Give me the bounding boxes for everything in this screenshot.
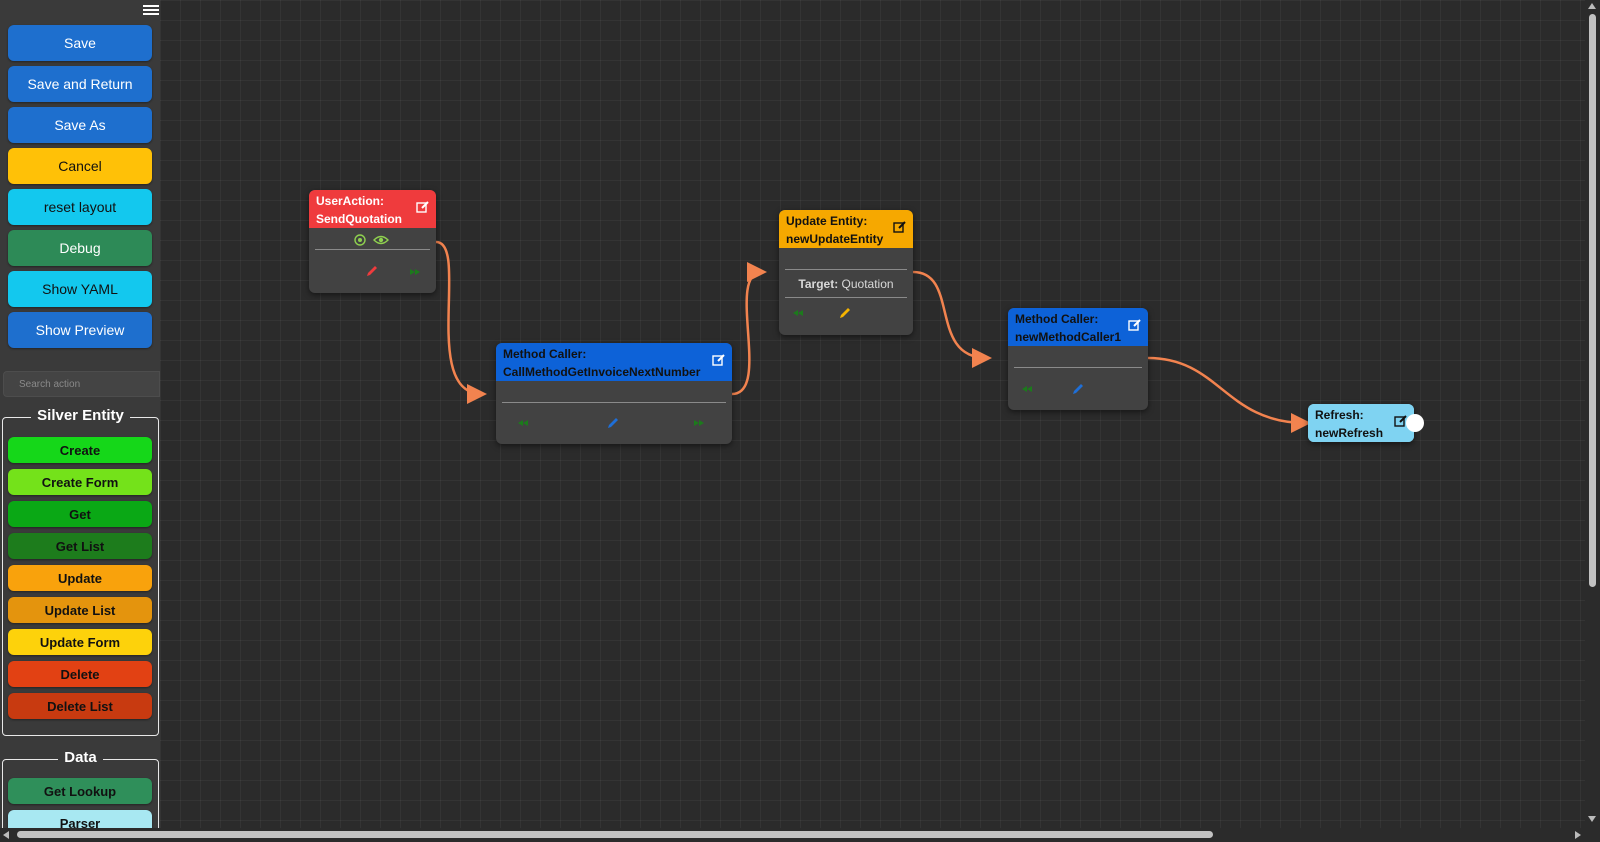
action-delete[interactable]: Delete: [8, 661, 152, 687]
arrow-out-icon[interactable]: [692, 416, 706, 430]
scroll-left-icon[interactable]: [3, 831, 9, 839]
node-title-line2: CallMethodGetInvoiceNextNumber: [503, 365, 701, 379]
pencil-icon[interactable]: [365, 264, 379, 278]
silver-entity-group-title: Silver Entity: [31, 407, 130, 424]
edit-icon[interactable]: [1128, 318, 1142, 332]
cancel-button[interactable]: Cancel: [8, 148, 152, 184]
arrow-in-icon[interactable]: [1020, 382, 1034, 396]
eye-icon[interactable]: [373, 233, 389, 247]
node-title-line2: SendQuotation: [316, 212, 402, 226]
search-action-input[interactable]: [3, 371, 160, 397]
edge-updateentity-to-methodcaller1[interactable]: [912, 270, 992, 368]
edit-icon[interactable]: [712, 353, 726, 367]
node-method-caller-1[interactable]: Method Caller: newMethodCaller1: [1008, 308, 1148, 410]
debug-button[interactable]: Debug: [8, 230, 152, 266]
scroll-up-icon[interactable]: [1588, 3, 1596, 9]
action-create[interactable]: Create: [8, 437, 152, 463]
node-user-action[interactable]: UserAction: SendQuotation: [309, 190, 436, 293]
node-divider: [315, 249, 430, 250]
node-method-caller[interactable]: Method Caller: CallMethodGetInvoiceNextN…: [496, 343, 732, 444]
connector-handle[interactable]: [1406, 414, 1424, 432]
node-title-line1: Method Caller:: [503, 347, 587, 361]
vertical-scroll-thumb[interactable]: [1589, 14, 1596, 587]
pencil-icon[interactable]: [606, 416, 620, 430]
node-divider: [785, 269, 907, 270]
save-button[interactable]: Save: [8, 25, 152, 61]
node-divider: [502, 402, 726, 403]
show-yaml-button[interactable]: Show YAML: [8, 271, 152, 307]
horizontal-scroll-thumb[interactable]: [17, 831, 1213, 838]
action-delete-list[interactable]: Delete List: [8, 693, 152, 719]
sidebar: Save Save and Return Save As Cancel rese…: [0, 0, 160, 842]
arrow-in-icon[interactable]: [791, 306, 805, 320]
save-as-button[interactable]: Save As: [8, 107, 152, 143]
edge-methodcaller-to-updateentity[interactable]: [731, 262, 767, 396]
action-get[interactable]: Get: [8, 501, 152, 527]
node-title-line2: newRefresh: [1315, 426, 1384, 440]
edit-icon[interactable]: [416, 200, 430, 214]
arrow-in-icon[interactable]: [516, 416, 530, 430]
node-title-line1: Method Caller:: [1015, 312, 1099, 326]
action-update[interactable]: Update: [8, 565, 152, 591]
save-and-return-button[interactable]: Save and Return: [8, 66, 152, 102]
target-value: Quotation: [841, 277, 894, 291]
data-group-title: Data: [58, 749, 103, 766]
node-title-line2: newMethodCaller1: [1015, 330, 1122, 344]
edge-methodcaller1-to-refresh[interactable]: [1147, 356, 1311, 433]
node-title-line1: UserAction:: [316, 194, 385, 208]
node-title-line1: Refresh:: [1315, 408, 1364, 422]
hamburger-menu-icon[interactable]: [143, 3, 159, 19]
vertical-scrollbar[interactable]: [1585, 0, 1600, 828]
reset-layout-button[interactable]: reset layout: [8, 189, 152, 225]
action-update-list[interactable]: Update List: [8, 597, 152, 623]
flow-canvas[interactable]: UserAction: SendQuotation Method Caller:…: [160, 0, 1585, 828]
pencil-icon[interactable]: [1071, 382, 1085, 396]
edit-icon[interactable]: [893, 220, 907, 234]
node-update-entity[interactable]: Update Entity: newUpdateEntity Target: Q…: [779, 210, 913, 335]
show-preview-button[interactable]: Show Preview: [8, 312, 152, 348]
action-update-form[interactable]: Update Form: [8, 629, 152, 655]
edge-useraction-to-methodcaller[interactable]: [435, 240, 487, 404]
node-divider: [785, 297, 907, 298]
target-icon[interactable]: [353, 233, 367, 247]
action-get-lookup[interactable]: Get Lookup: [8, 778, 152, 804]
arrow-out-icon[interactable]: [408, 265, 422, 279]
scroll-down-icon[interactable]: [1588, 816, 1596, 822]
action-create-form[interactable]: Create Form: [8, 469, 152, 495]
horizontal-scrollbar[interactable]: [0, 828, 1600, 842]
action-get-list[interactable]: Get List: [8, 533, 152, 559]
node-refresh[interactable]: Refresh: newRefresh: [1308, 404, 1424, 442]
node-divider: [1014, 367, 1142, 368]
scroll-right-icon[interactable]: [1575, 831, 1581, 839]
target-label: Target:: [798, 277, 839, 291]
pencil-icon[interactable]: [838, 306, 852, 320]
node-title-line1: Update Entity:: [786, 214, 868, 228]
node-target: Target: Quotation: [779, 277, 913, 291]
node-title-line2: newUpdateEntity: [786, 232, 884, 246]
